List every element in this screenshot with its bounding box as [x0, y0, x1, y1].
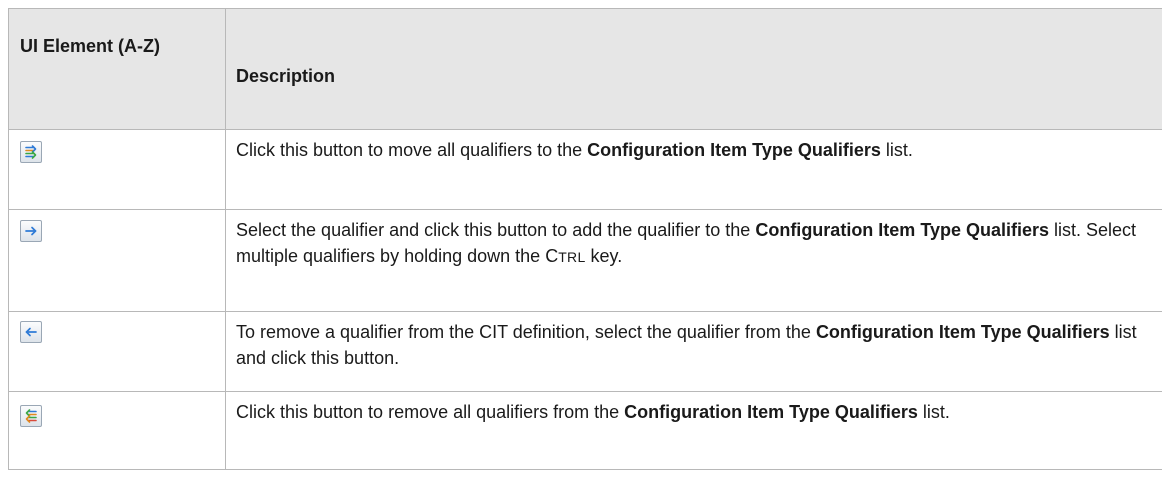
- ui-element-cell: [8, 391, 226, 470]
- description-text: list.: [917, 402, 950, 422]
- table-row: Select the qualifier and click this butt…: [8, 209, 1162, 312]
- description-bold: Configuration Item Type Qualifiers: [587, 140, 881, 160]
- table-row: To remove a qualifier from the CIT defin…: [8, 311, 1162, 392]
- description-cell: Click this button to move all qualifiers…: [225, 129, 1162, 210]
- description-text: Select the qualifier and click this butt…: [236, 220, 756, 240]
- description-cell: To remove a qualifier from the CIT defin…: [225, 311, 1162, 392]
- ui-element-cell: [8, 129, 226, 210]
- description-bold: Configuration Item Type Qualifiers: [815, 322, 1110, 342]
- description-text: list.: [880, 140, 913, 160]
- description-cell: Click this button to remove all qualifie…: [225, 391, 1162, 470]
- description-text: To remove a qualifier from the CIT defin…: [236, 322, 816, 342]
- description-bold: Configuration Item Type Qualifiers: [755, 220, 1050, 240]
- header-description: Description: [225, 8, 1162, 130]
- ui-elements-table: UI Element (A-Z) Description Click this …: [8, 8, 1162, 470]
- move-left-arrow-icon: [20, 321, 42, 343]
- description-text: Click this button to move all qualifiers…: [236, 140, 588, 160]
- table-row: Click this button to move all qualifiers…: [8, 129, 1162, 210]
- key-name-initial: C: [545, 246, 559, 266]
- ui-element-cell: [8, 311, 226, 392]
- ui-element-cell: [8, 209, 226, 312]
- table-row: Click this button to remove all qualifie…: [8, 391, 1162, 470]
- description-cell: Select the qualifier and click this butt…: [225, 209, 1162, 312]
- move-all-left-icon: [20, 405, 42, 427]
- description-text: Click this button to remove all qualifie…: [236, 402, 625, 422]
- key-name-rest: TRL: [558, 249, 586, 265]
- table-header-row: UI Element (A-Z) Description: [8, 8, 1162, 130]
- header-description-label: Description: [236, 66, 336, 86]
- description-bold: Configuration Item Type Qualifiers: [624, 402, 918, 422]
- move-all-right-icon: [20, 141, 42, 163]
- header-ui-element-label: UI Element (A-Z): [20, 36, 161, 56]
- move-right-arrow-icon: [20, 220, 42, 242]
- header-ui-element: UI Element (A-Z): [8, 8, 226, 130]
- description-text: key.: [585, 246, 623, 266]
